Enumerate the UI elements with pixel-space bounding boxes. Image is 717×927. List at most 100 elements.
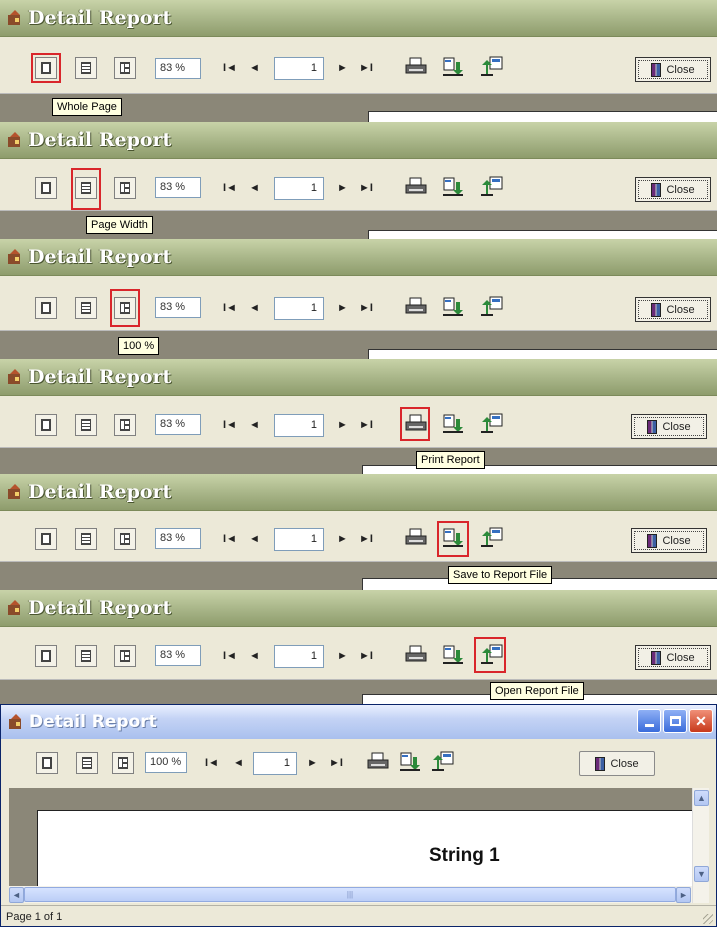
minimize-button[interactable] [637, 709, 661, 733]
open-report-icon[interactable] [480, 644, 504, 666]
whole-page-button[interactable] [35, 528, 57, 550]
whole-page-button[interactable] [35, 297, 57, 319]
maximize-button[interactable] [663, 709, 687, 733]
zoom-input[interactable]: 83 % [155, 177, 201, 198]
zoom-input[interactable]: 83 % [155, 528, 201, 549]
open-report-icon[interactable] [480, 176, 504, 198]
print-icon[interactable] [405, 645, 427, 665]
close-button[interactable]: Close [635, 645, 711, 670]
close-button[interactable]: Close [635, 57, 711, 82]
whole-page-button[interactable] [35, 645, 57, 667]
prev-page-button[interactable]: ◄ [233, 757, 244, 769]
actual-size-button[interactable] [114, 414, 136, 436]
save-report-icon[interactable] [442, 56, 466, 78]
next-page-button[interactable]: ► [337, 62, 348, 74]
first-page-button[interactable]: I◄ [223, 419, 237, 431]
page-width-button[interactable] [75, 57, 97, 79]
next-page-button[interactable]: ► [307, 757, 318, 769]
last-page-button[interactable]: ►I [359, 419, 373, 431]
last-page-button[interactable]: ►I [359, 182, 373, 194]
prev-page-button[interactable]: ◄ [249, 533, 260, 545]
save-report-icon[interactable] [442, 296, 466, 318]
first-page-button[interactable]: I◄ [223, 533, 237, 545]
first-page-button[interactable]: I◄ [223, 182, 237, 194]
print-icon[interactable] [405, 57, 427, 77]
prev-page-button[interactable]: ◄ [249, 62, 260, 74]
prev-page-button[interactable]: ◄ [249, 419, 260, 431]
page-width-button[interactable] [75, 645, 97, 667]
last-page-button[interactable]: ►I [329, 757, 343, 769]
zoom-input[interactable]: 83 % [155, 58, 201, 79]
page-number-input[interactable]: 1 [274, 528, 324, 551]
whole-page-button[interactable] [36, 752, 58, 774]
actual-size-button[interactable] [112, 752, 134, 774]
close-button[interactable]: Close [579, 751, 655, 776]
actual-size-button[interactable] [114, 645, 136, 667]
scroll-thumb[interactable]: ||| [24, 887, 676, 902]
close-button[interactable]: Close [635, 177, 711, 202]
actual-size-button[interactable] [114, 528, 136, 550]
last-page-button[interactable]: ►I [359, 62, 373, 74]
open-report-icon[interactable] [480, 413, 504, 435]
close-button[interactable]: Close [631, 528, 707, 553]
save-report-icon[interactable] [442, 413, 466, 435]
next-page-button[interactable]: ► [337, 533, 348, 545]
whole-page-button[interactable] [35, 414, 57, 436]
print-icon[interactable] [405, 297, 427, 317]
zoom-input[interactable]: 83 % [155, 297, 201, 318]
close-button[interactable]: Close [635, 297, 711, 322]
scroll-left-button[interactable]: ◄ [9, 887, 24, 903]
vertical-scrollbar[interactable]: ▲ ▼ [692, 788, 709, 903]
prev-page-button[interactable]: ◄ [249, 302, 260, 314]
window-close-button[interactable]: ✕ [689, 709, 713, 733]
save-report-icon[interactable] [399, 751, 423, 773]
first-page-button[interactable]: I◄ [223, 302, 237, 314]
last-page-button[interactable]: ►I [359, 650, 373, 662]
next-page-button[interactable]: ► [337, 650, 348, 662]
page-width-button[interactable] [75, 297, 97, 319]
print-icon[interactable] [367, 752, 389, 772]
save-report-icon[interactable] [442, 176, 466, 198]
page-width-icon [81, 419, 91, 431]
scroll-right-button[interactable]: ► [676, 887, 691, 903]
last-page-button[interactable]: ►I [359, 302, 373, 314]
save-report-icon[interactable] [442, 644, 466, 666]
close-button[interactable]: Close [631, 414, 707, 439]
open-report-icon[interactable] [480, 527, 504, 549]
open-report-icon[interactable] [480, 56, 504, 78]
zoom-input[interactable]: 83 % [155, 645, 201, 666]
zoom-input[interactable]: 83 % [155, 414, 201, 435]
first-page-button[interactable]: I◄ [205, 757, 219, 769]
page-width-button[interactable] [75, 528, 97, 550]
next-page-button[interactable]: ► [337, 302, 348, 314]
print-icon[interactable] [405, 177, 427, 197]
page-number-input[interactable]: 1 [253, 752, 297, 775]
horizontal-scrollbar[interactable]: ◄ ||| ► [9, 886, 692, 903]
scroll-up-button[interactable]: ▲ [694, 790, 709, 806]
page-number-input[interactable]: 1 [274, 645, 324, 668]
page-width-button[interactable] [75, 414, 97, 436]
page-number-input[interactable]: 1 [274, 414, 324, 437]
scroll-down-button[interactable]: ▼ [694, 866, 709, 882]
page-number-input[interactable]: 1 [274, 57, 324, 80]
prev-page-button[interactable]: ◄ [249, 182, 260, 194]
resize-grip-icon[interactable] [703, 914, 713, 924]
first-page-button[interactable]: I◄ [223, 650, 237, 662]
zoom-input[interactable]: 100 % [145, 752, 187, 773]
whole-page-button[interactable] [35, 177, 57, 199]
print-icon[interactable] [405, 414, 427, 434]
next-page-button[interactable]: ► [337, 419, 348, 431]
open-report-icon[interactable] [431, 751, 455, 773]
open-report-icon[interactable] [480, 296, 504, 318]
print-icon[interactable] [405, 528, 427, 548]
page-number-input[interactable]: 1 [274, 297, 324, 320]
actual-size-button[interactable] [114, 57, 136, 79]
page-number-input[interactable]: 1 [274, 177, 324, 200]
save-report-icon[interactable] [442, 527, 466, 549]
prev-page-button[interactable]: ◄ [249, 650, 260, 662]
next-page-button[interactable]: ► [337, 182, 348, 194]
actual-size-button[interactable] [114, 177, 136, 199]
page-width-button[interactable] [76, 752, 98, 774]
last-page-button[interactable]: ►I [359, 533, 373, 545]
first-page-button[interactable]: I◄ [223, 62, 237, 74]
